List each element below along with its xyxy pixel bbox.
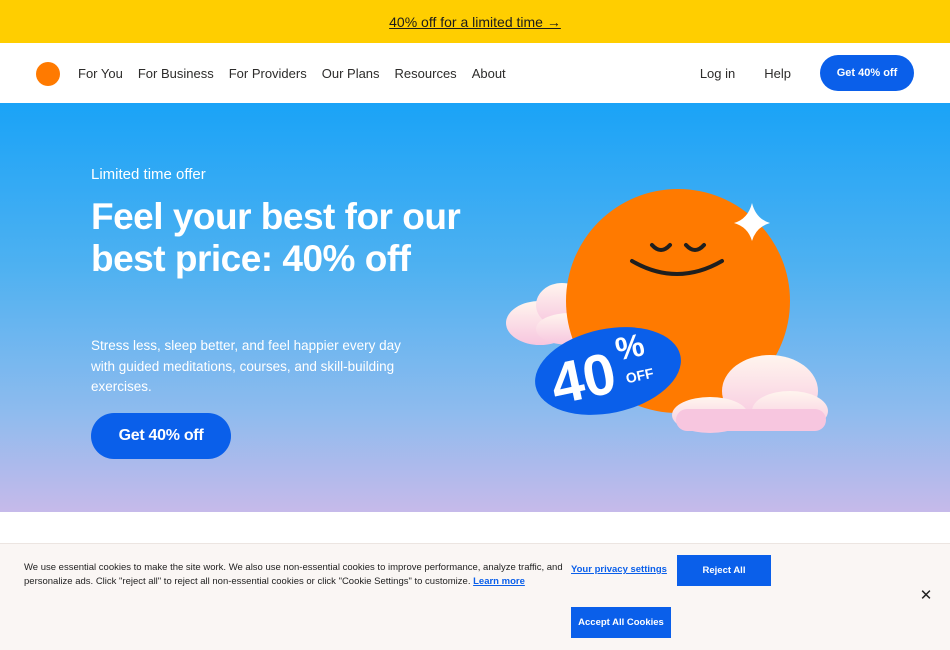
nav-link-about[interactable]: About <box>472 66 506 81</box>
nav-right: Log in Help Get 40% off <box>700 43 914 103</box>
hero-illustration: 40 % OFF <box>506 189 828 433</box>
hero-cta-button[interactable]: Get 40% off <box>91 413 231 459</box>
nav-link-for-you[interactable]: For You <box>78 66 123 81</box>
hero-title: Feel your best for our best price: 40% o… <box>91 196 461 279</box>
nav-links: For You For Business For Providers Our P… <box>78 43 521 103</box>
nav-link-resources[interactable]: Resources <box>395 66 457 81</box>
promo-bar: 40% off for a limited time → <box>0 0 950 43</box>
promo-link[interactable]: 40% off for a limited time → <box>389 14 561 30</box>
close-icon[interactable]: ✕ <box>917 586 935 604</box>
nav-cta-button[interactable]: Get 40% off <box>820 55 914 91</box>
nav-link-for-providers[interactable]: For Providers <box>229 66 307 81</box>
badge-value: 40 <box>545 340 622 417</box>
accept-all-cookies-button[interactable]: Accept All Cookies <box>571 607 671 638</box>
learn-more-link[interactable]: Learn more <box>473 576 525 587</box>
privacy-settings-link[interactable]: Your privacy settings <box>571 564 667 575</box>
login-link[interactable]: Log in <box>700 66 735 81</box>
help-link[interactable]: Help <box>764 66 791 81</box>
reject-all-button[interactable]: Reject All <box>677 555 771 586</box>
navbar: For You For Business For Providers Our P… <box>0 43 950 103</box>
hero-subtitle: Stress less, sleep better, and feel happ… <box>91 338 401 394</box>
headspace-logo[interactable] <box>36 62 60 86</box>
nav-link-for-business[interactable]: For Business <box>138 66 214 81</box>
hero-eyebrow: Limited time offer <box>91 166 206 183</box>
cookie-banner: We use essential cookies to make the sit… <box>0 543 950 650</box>
cookie-text: We use essential cookies to make the sit… <box>24 561 564 589</box>
nav-link-our-plans[interactable]: Our Plans <box>322 66 380 81</box>
hero-section: Limited time offer Feel your best for ou… <box>0 103 950 512</box>
